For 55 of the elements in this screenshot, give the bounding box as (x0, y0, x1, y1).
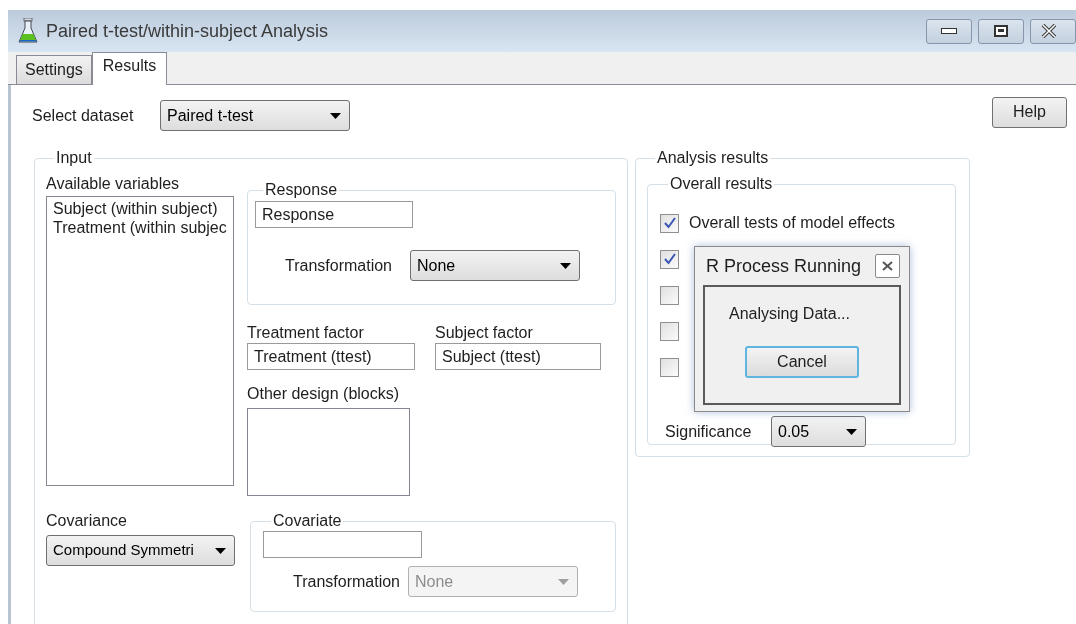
covariance-dropdown[interactable]: Compound Symmetri (46, 535, 235, 566)
field-label: Other design (blocks) (247, 384, 401, 404)
field-label: Subject factor (435, 323, 534, 343)
list-item[interactable]: Treatment (within subjec (53, 218, 227, 237)
dialog-title: R Process Running (706, 254, 862, 278)
field-label: Transformation (293, 571, 401, 592)
group-title: Input (56, 149, 92, 166)
close-button[interactable] (1030, 18, 1076, 44)
maximize-button[interactable] (978, 18, 1024, 44)
treatment-factor-field[interactable]: Treatment (ttest) (247, 343, 415, 370)
caret-icon (330, 112, 341, 119)
dataset-dropdown[interactable]: Paired t-test (160, 100, 350, 131)
checkbox[interactable] (660, 285, 679, 305)
field-label: Covariance (46, 511, 128, 531)
cancel-button[interactable]: Cancel (745, 346, 859, 378)
blocks-listbox[interactable] (247, 408, 410, 496)
significance-dropdown[interactable]: 0.05 (771, 416, 866, 447)
minimize-button[interactable] (926, 18, 972, 44)
field-label: Available variables (46, 174, 181, 194)
close-icon (1041, 24, 1057, 38)
caret-icon (846, 428, 857, 435)
subject-factor-field[interactable]: Subject (ttest) (435, 343, 601, 370)
dialog-message: Analysing Data... (729, 304, 850, 324)
caret-icon (560, 262, 571, 269)
checkmark-icon (663, 253, 676, 265)
list-item[interactable]: Subject (within subject) (53, 199, 227, 218)
field-label: Transformation (285, 255, 393, 276)
maximize-icon (994, 25, 1008, 37)
checkbox[interactable] (660, 321, 679, 341)
variables-listbox[interactable]: Subject (within subject) Treatment (within subjec (46, 196, 234, 486)
checkmark-icon (663, 217, 676, 229)
close-button[interactable] (875, 254, 900, 278)
covariate-field[interactable] (263, 531, 422, 558)
checkbox[interactable] (660, 357, 679, 377)
close-icon (882, 261, 893, 271)
caret-icon (215, 547, 226, 554)
group-title: Overall results (670, 175, 773, 192)
group-title: Covariate (273, 512, 342, 529)
group-title: Analysis results (657, 149, 769, 166)
minimize-icon (941, 27, 957, 35)
window-title: Paired t-test/within-subject Analysis (46, 19, 329, 43)
checkbox[interactable] (660, 213, 679, 233)
help-button[interactable]: Help (992, 96, 1067, 128)
checkbox[interactable] (660, 249, 679, 269)
tab[interactable]: Results (91, 52, 168, 85)
group-title: Response (265, 181, 338, 198)
transformation-dropdown[interactable]: None (410, 250, 580, 281)
dataset-label: Select dataset (32, 105, 135, 126)
tab[interactable]: Settings (16, 55, 92, 84)
flask-icon (18, 18, 38, 44)
response-field[interactable]: Response (255, 201, 413, 228)
field-label: Treatment factor (247, 323, 365, 343)
field-label: Significance (665, 421, 753, 442)
caret-icon (558, 578, 569, 585)
checkbox-label: Overall tests of model effects (689, 213, 895, 233)
